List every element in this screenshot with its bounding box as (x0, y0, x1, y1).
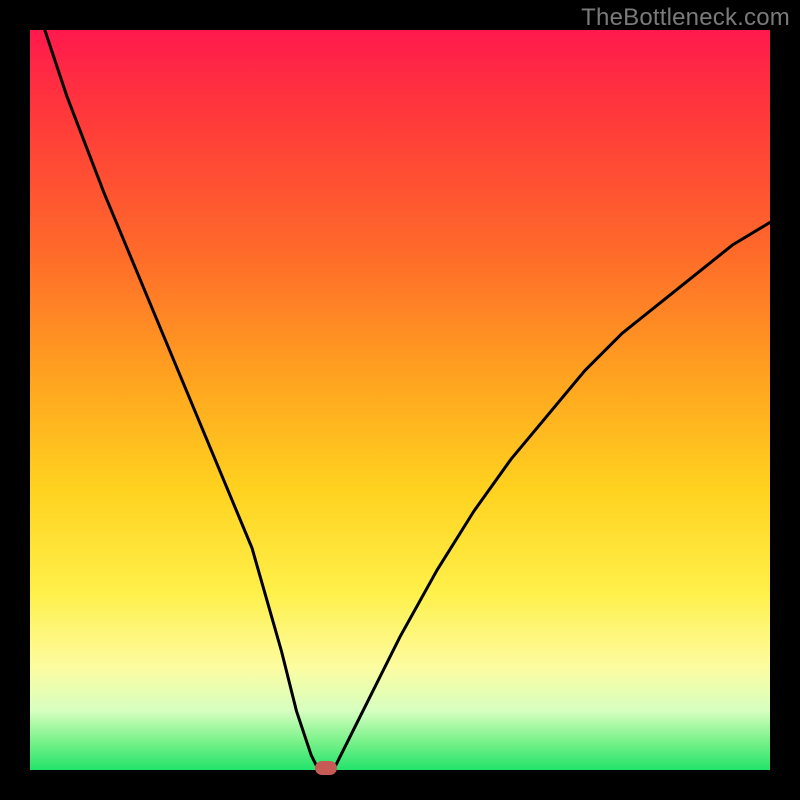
bottleneck-curve (30, 30, 770, 770)
watermark-text: TheBottleneck.com (581, 4, 790, 32)
optimal-point-marker (315, 761, 337, 775)
plot-area (30, 30, 770, 770)
chart-frame: TheBottleneck.com (0, 0, 800, 800)
